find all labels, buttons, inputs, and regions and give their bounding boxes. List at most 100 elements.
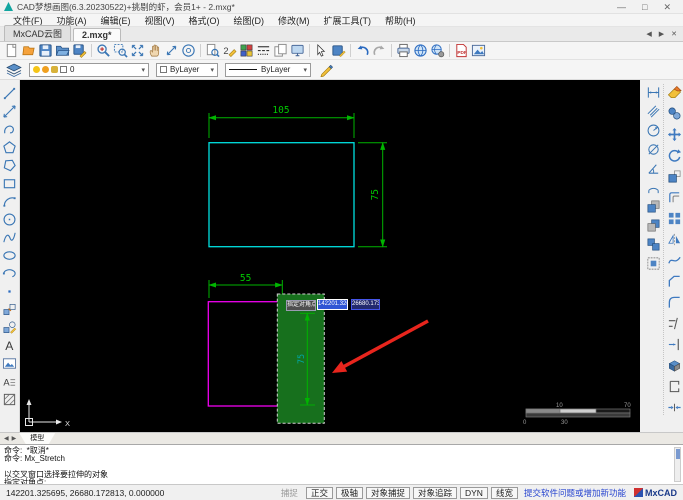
dyn-x-input[interactable]: 142201.326 <box>317 299 348 310</box>
magenta-rectangle[interactable] <box>207 301 287 407</box>
zoom-in-icon[interactable] <box>95 42 112 59</box>
ellipse-arc-icon[interactable] <box>1 264 19 282</box>
save-config-icon[interactable] <box>330 42 347 59</box>
fillet-icon[interactable] <box>666 294 682 310</box>
match-3-icon[interactable] <box>646 236 662 252</box>
tab-scroll-left-icon[interactable]: ◀ <box>646 30 651 38</box>
chamfer-icon[interactable] <box>666 273 682 289</box>
document-tab-1[interactable]: 2.mxg* <box>73 28 121 41</box>
draw-pencil-icon[interactable] <box>318 61 335 78</box>
open-drawing-icon[interactable] <box>20 42 37 59</box>
copy-mod-icon[interactable] <box>666 105 682 121</box>
menu-item-5[interactable]: 绘图(D) <box>227 14 272 27</box>
command-window[interactable]: 命令: *取消* 命令: Mx_Stretch 以交叉窗口选择要拉伸的对象 指定对角点… <box>0 444 683 484</box>
image-export-icon[interactable] <box>470 42 487 59</box>
array-icon[interactable] <box>666 210 682 226</box>
dim-radius-icon[interactable] <box>646 122 662 138</box>
command-scrollbar-thumb[interactable] <box>675 449 680 459</box>
ellipse-icon[interactable] <box>1 246 19 264</box>
erase-icon[interactable] <box>666 84 682 100</box>
explode-icon[interactable] <box>666 357 682 373</box>
dimension-105[interactable]: 105 <box>208 105 355 138</box>
layer-palette-icon[interactable] <box>238 42 255 59</box>
maximize-button[interactable]: □ <box>642 1 647 13</box>
layout-nav-right-icon[interactable]: ▶ <box>12 435 17 442</box>
edit-text-icon[interactable]: 2 <box>221 42 238 59</box>
drawing-canvas[interactable]: 105 75 55 75 X 10 70 0 30 指定对角点: 142201.… <box>20 80 640 432</box>
command-scrollbar[interactable] <box>674 447 681 482</box>
xline-icon[interactable] <box>1 102 19 120</box>
status-toggle-3[interactable]: 对象捕捉 <box>365 486 410 499</box>
scale-icon[interactable] <box>666 168 682 184</box>
cyan-rectangle[interactable] <box>208 142 355 248</box>
status-toggle-2[interactable]: 极轴 <box>335 486 363 499</box>
zoom-circle-icon[interactable] <box>180 42 197 59</box>
zoom-extents-icon[interactable] <box>129 42 146 59</box>
mirror-icon[interactable] <box>666 231 682 247</box>
find-icon[interactable] <box>204 42 221 59</box>
dimension-75-right[interactable]: 75 <box>358 141 387 248</box>
save-as-icon[interactable] <box>71 42 88 59</box>
status-toggle-6[interactable]: 线宽 <box>490 486 518 499</box>
display-icon[interactable] <box>289 42 306 59</box>
dyn-y-input[interactable]: 26680.173 <box>351 299 380 310</box>
curve-icon[interactable] <box>666 252 682 268</box>
select-icon[interactable] <box>313 42 330 59</box>
web-publish-icon[interactable] <box>429 42 446 59</box>
block-icon[interactable] <box>1 300 19 318</box>
match-1-icon[interactable] <box>646 198 662 214</box>
hatch-icon[interactable] <box>1 390 19 408</box>
menu-item-7[interactable]: 扩展工具(T) <box>317 14 379 27</box>
open-icon[interactable] <box>54 42 71 59</box>
extend-icon[interactable] <box>666 336 682 352</box>
match-4-icon[interactable] <box>646 255 662 271</box>
layout-nav-left-icon[interactable]: ◀ <box>4 435 9 442</box>
menu-item-3[interactable]: 视图(V) <box>138 14 182 27</box>
color-combobox[interactable]: ByLayer ▾ <box>156 62 218 77</box>
close-button[interactable]: ✕ <box>663 1 671 13</box>
polyline-icon[interactable] <box>1 120 19 138</box>
red-arrow-annotation[interactable] <box>332 319 429 373</box>
dim-diameter-icon[interactable] <box>646 141 662 157</box>
pan-icon[interactable] <box>146 42 163 59</box>
wblock-icon[interactable] <box>1 318 19 336</box>
status-toggle-4[interactable]: 对象追踪 <box>412 486 457 499</box>
redo-icon[interactable] <box>371 42 388 59</box>
status-toggle-1[interactable]: 正交 <box>305 486 333 499</box>
join-icon[interactable] <box>666 399 682 415</box>
spline-icon[interactable] <box>1 228 19 246</box>
print-icon[interactable] <box>395 42 412 59</box>
move-icon[interactable] <box>666 126 682 142</box>
rotate-icon[interactable] <box>666 147 682 163</box>
linetype-list-icon[interactable] <box>255 42 272 59</box>
dim-linear-icon[interactable] <box>646 84 662 100</box>
menu-item-6[interactable]: 修改(M) <box>271 14 317 27</box>
dim-aligned-icon[interactable] <box>646 103 662 119</box>
polygon2-icon[interactable] <box>1 156 19 174</box>
point-icon[interactable] <box>1 282 19 300</box>
tab-model[interactable]: 模型 <box>19 433 56 444</box>
tab-scroll-right-icon[interactable]: ▶ <box>659 30 664 38</box>
trim-icon[interactable] <box>666 315 682 331</box>
dim-arc-icon[interactable] <box>646 179 662 195</box>
offset-icon[interactable] <box>666 189 682 205</box>
linetype-combobox[interactable]: ByLayer ▾ <box>225 62 311 77</box>
image-icon[interactable] <box>1 354 19 372</box>
layer-combobox[interactable]: 0 ▾ <box>29 62 149 77</box>
polygon-icon[interactable] <box>1 138 19 156</box>
feedback-link[interactable]: 提交软件问题或增加新功能 <box>524 487 626 499</box>
undo-icon[interactable] <box>354 42 371 59</box>
minimize-button[interactable]: — <box>617 1 626 13</box>
menu-item-8[interactable]: 帮助(H) <box>378 14 423 27</box>
match-2-icon[interactable] <box>646 217 662 233</box>
dim-angular-icon[interactable] <box>646 160 662 176</box>
save-icon[interactable] <box>37 42 54 59</box>
document-tab-0[interactable]: MxCAD云图 <box>4 25 71 41</box>
break-icon[interactable] <box>666 378 682 394</box>
zoom-axes-icon[interactable] <box>163 42 180 59</box>
new-icon[interactable] <box>3 42 20 59</box>
web-icon[interactable] <box>412 42 429 59</box>
tab-close-icon[interactable]: ✕ <box>671 30 677 38</box>
pdf-export-icon[interactable]: PDF <box>453 42 470 59</box>
line-icon[interactable] <box>1 84 19 102</box>
